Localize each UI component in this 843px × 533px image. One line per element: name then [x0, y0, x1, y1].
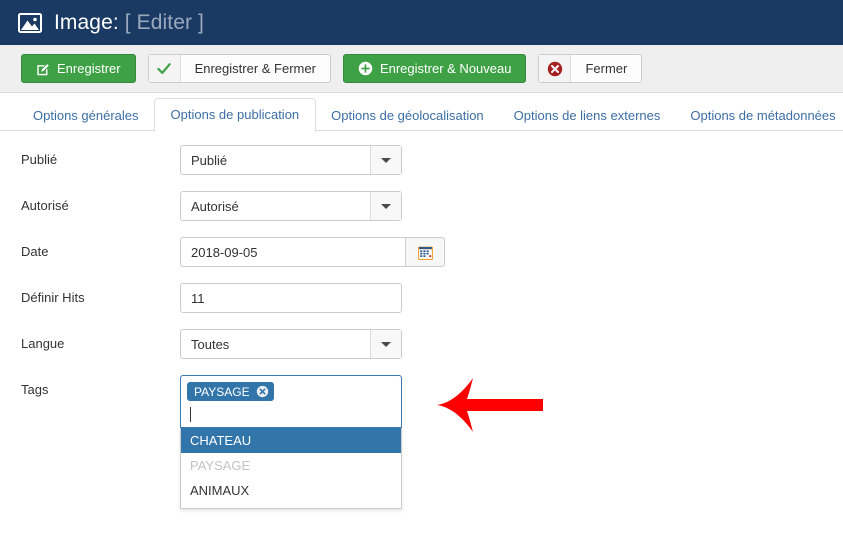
- form-row-tags: Tags PAYSAGE CHATEAU PAYSAGE ANIMAUX: [0, 375, 843, 509]
- page-header: Image: [ Editer ]: [0, 0, 843, 45]
- published-select[interactable]: Publié: [180, 145, 402, 175]
- chevron-down-icon: [370, 330, 401, 358]
- published-select-value: Publié: [191, 152, 228, 168]
- tags-dropdown-menu: CHATEAU PAYSAGE ANIMAUX: [180, 428, 402, 509]
- authorized-select-value: Autorisé: [191, 198, 239, 214]
- page-title-prefix: Image:: [54, 10, 119, 34]
- close-circle-icon: [539, 55, 572, 82]
- tag-chip-label: PAYSAGE: [194, 384, 250, 399]
- tags-option-chateau[interactable]: CHATEAU: [181, 428, 401, 453]
- tags-option-animaux[interactable]: ANIMAUX: [181, 478, 401, 503]
- calendar-icon: [417, 246, 433, 260]
- save-button[interactable]: Enregistrer: [21, 54, 136, 83]
- tags-input-field[interactable]: PAYSAGE: [180, 375, 402, 428]
- image-icon: [18, 12, 42, 33]
- close-button[interactable]: Fermer: [538, 54, 643, 83]
- pencil-square-icon: [36, 62, 50, 76]
- tags-option-paysage: PAYSAGE: [190, 458, 251, 473]
- published-label: Publié: [21, 152, 58, 167]
- language-label: Langue: [21, 336, 65, 351]
- save-button-label: Enregistrer: [57, 61, 121, 76]
- text-cursor: [190, 406, 191, 422]
- tags-widget: PAYSAGE CHATEAU PAYSAGE ANIMAUX: [180, 375, 402, 509]
- chevron-down-icon: [370, 192, 401, 220]
- calendar-picker-button[interactable]: [405, 237, 445, 267]
- plus-circle-icon: [358, 61, 373, 76]
- save-and-close-button[interactable]: Enregistrer & Fermer: [147, 54, 331, 83]
- tab-options-generales[interactable]: Options générales: [18, 100, 154, 131]
- save-and-close-button-label: Enregistrer & Fermer: [194, 61, 316, 76]
- form-row-published: Publié Publié: [0, 145, 843, 191]
- tab-options-de-liens-externes[interactable]: Options de liens externes: [499, 100, 676, 131]
- form-row-authorized: Autorisé Autorisé: [0, 191, 843, 237]
- language-select-value: Toutes: [191, 336, 230, 352]
- close-button-label: Fermer: [585, 61, 628, 76]
- chevron-down-icon: [370, 146, 401, 174]
- tag-chip-paysage: PAYSAGE: [187, 382, 274, 401]
- toolbar: Enregistrer Enregistrer & Fermer Enregis…: [0, 45, 843, 93]
- page-title-suffix: [ Editer ]: [124, 10, 204, 34]
- save-and-new-button[interactable]: Enregistrer & Nouveau: [342, 54, 527, 83]
- remove-circle-icon[interactable]: [256, 385, 269, 398]
- publication-options-form: Publié Publié Autorisé Autorisé Date 201…: [0, 131, 843, 509]
- tab-options-de-geolocalisation[interactable]: Options de géolocalisation: [316, 100, 499, 131]
- form-row-hits: Définir Hits 11: [0, 283, 843, 329]
- language-select[interactable]: Toutes: [180, 329, 402, 359]
- check-icon: [148, 55, 181, 82]
- authorized-label: Autorisé: [21, 198, 69, 213]
- date-label: Date: [21, 244, 49, 259]
- form-row-language: Langue Toutes: [0, 329, 843, 375]
- authorized-select[interactable]: Autorisé: [180, 191, 402, 221]
- tab-options-de-publication[interactable]: Options de publication: [153, 98, 317, 132]
- tab-options-de-metadonnees[interactable]: Options de métadonnées: [675, 100, 843, 131]
- form-row-date: Date 2018-09-05: [0, 237, 843, 283]
- tab-bar: Options générales Options de publication…: [0, 93, 843, 132]
- hits-label: Définir Hits: [21, 290, 85, 305]
- date-input[interactable]: 2018-09-05: [180, 237, 405, 267]
- date-field-group: 2018-09-05: [180, 237, 445, 267]
- save-and-new-button-label: Enregistrer & Nouveau: [379, 61, 512, 76]
- hits-input[interactable]: 11: [180, 283, 402, 313]
- tags-text-entry[interactable]: [187, 401, 395, 427]
- page-title: Image: [ Editer ]: [54, 11, 204, 35]
- tags-label: Tags: [21, 382, 49, 397]
